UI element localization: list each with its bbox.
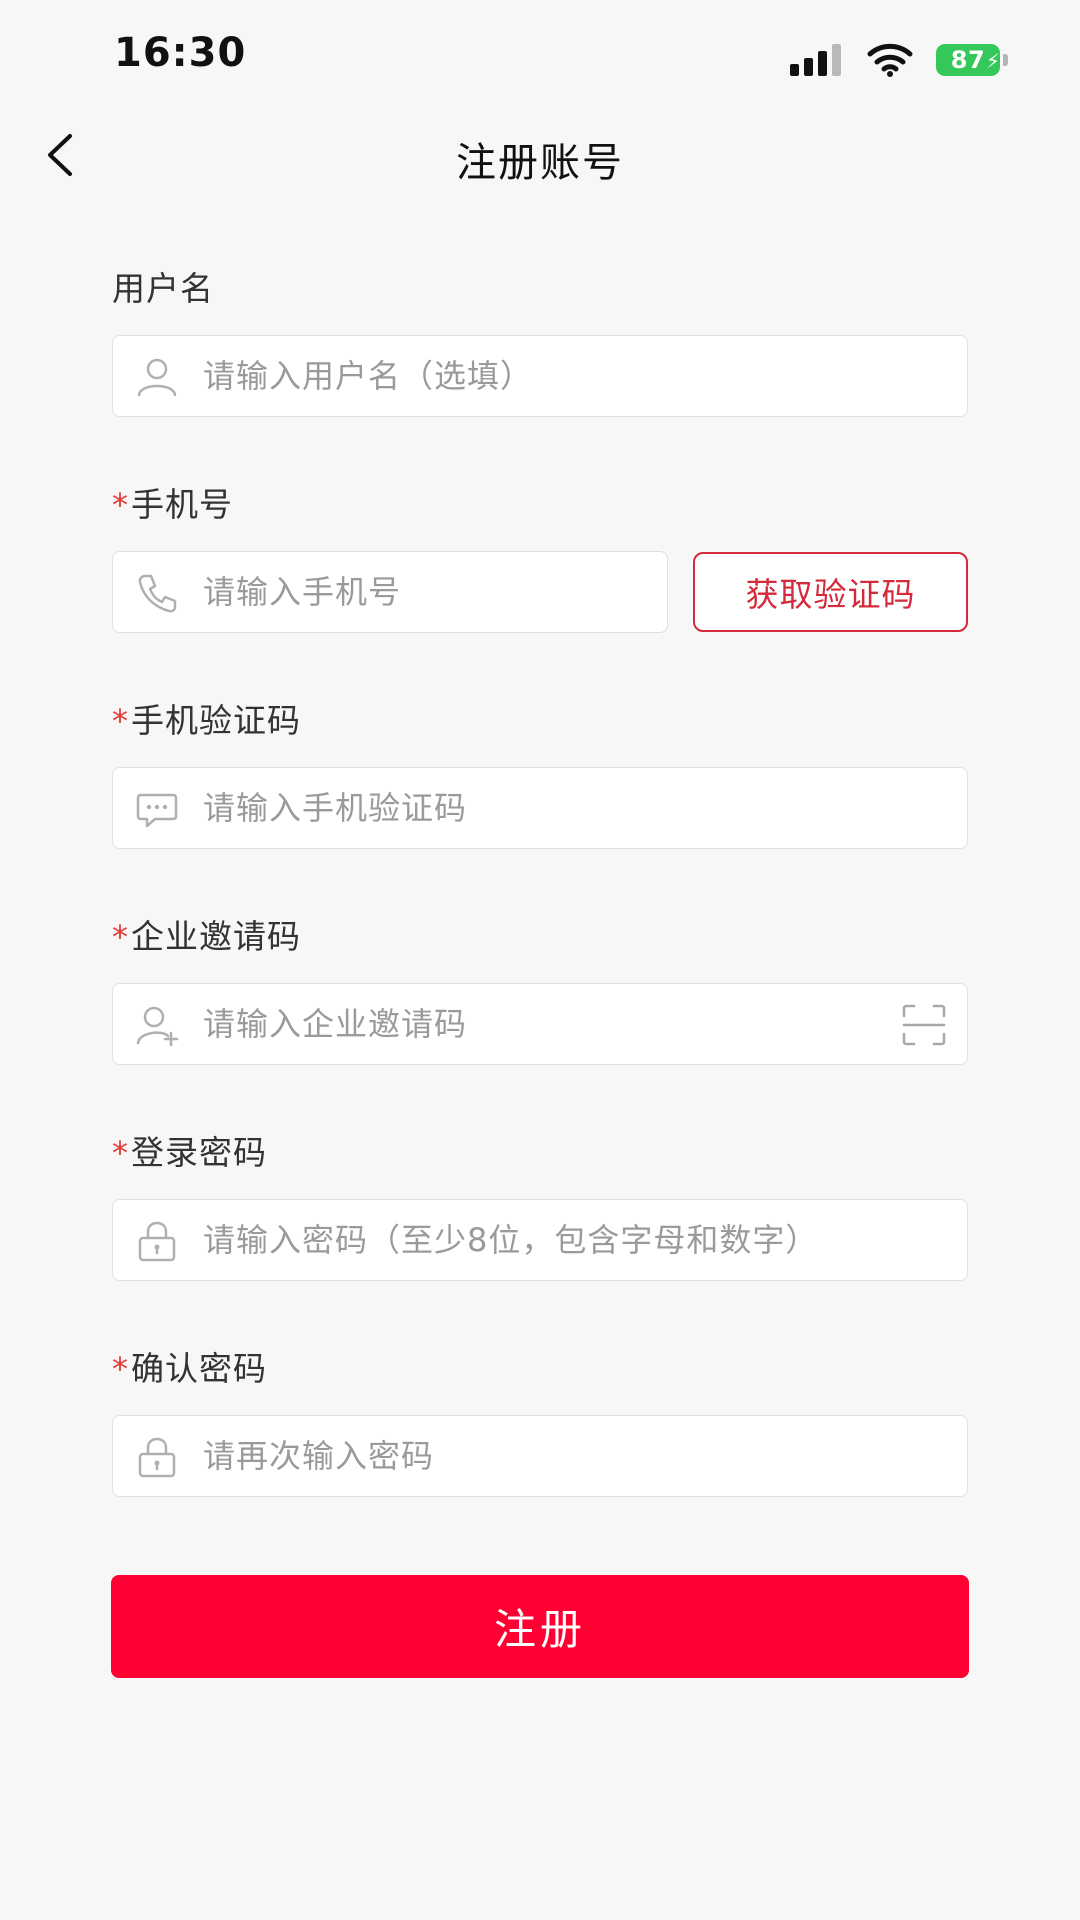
phone-icon — [138, 574, 177, 613]
register-button[interactable]: 注册 — [111, 1575, 969, 1678]
required-mark: * — [112, 918, 129, 956]
password-input[interactable] — [203, 1200, 947, 1280]
scan-icon[interactable] — [901, 1003, 947, 1047]
status-icons: 87 ⚡ — [790, 42, 1008, 78]
status-bar: 16:30 87 ⚡ — [0, 0, 1080, 120]
battery-cap — [1003, 54, 1008, 66]
username-label: 用户名 — [112, 262, 214, 310]
signal-icon — [790, 44, 841, 76]
wifi-icon — [867, 43, 913, 77]
sms-code-input[interactable] — [203, 768, 947, 848]
confirm-password-label: *确认密码 — [112, 1342, 267, 1390]
user-plus-icon — [136, 1006, 179, 1047]
charging-icon: ⚡ — [986, 49, 1001, 73]
phone-label-text: 手机号 — [131, 485, 233, 524]
lock-icon — [138, 1221, 176, 1262]
phone-input[interactable] — [203, 552, 647, 632]
required-mark: * — [112, 702, 129, 740]
invite-code-input[interactable] — [203, 984, 877, 1064]
sms-code-field[interactable] — [112, 767, 968, 849]
register-screen: 16:30 87 ⚡ 注册账号 用户名 请输入用户名（选填） *手机号 请输入手… — [0, 0, 1080, 1920]
confirm-password-field[interactable] — [112, 1415, 968, 1497]
password-label: *登录密码 — [112, 1126, 267, 1174]
confirm-password-input[interactable] — [203, 1416, 947, 1496]
chat-icon — [136, 793, 178, 828]
get-code-button[interactable]: 获取验证码 — [693, 552, 968, 632]
sms-code-label: *手机验证码 — [112, 694, 301, 742]
phone-field[interactable] — [112, 551, 668, 633]
username-label-text: 用户名 — [112, 269, 214, 308]
required-mark: * — [112, 1350, 129, 1388]
battery-indicator: 87 ⚡ — [936, 44, 1008, 76]
invite-code-label-text: 企业邀请码 — [131, 917, 301, 956]
required-mark: * — [112, 1134, 129, 1172]
password-field[interactable] — [112, 1199, 968, 1281]
invite-code-label: *企业邀请码 — [112, 910, 301, 958]
username-input[interactable] — [203, 336, 947, 416]
phone-label: *手机号 — [112, 478, 233, 526]
lock-icon — [138, 1437, 176, 1478]
nav-bar: 注册账号 — [0, 110, 1080, 200]
required-mark: * — [112, 486, 129, 524]
username-field[interactable] — [112, 335, 968, 417]
invite-code-field[interactable] — [112, 983, 968, 1065]
page-title: 注册账号 — [456, 140, 624, 186]
status-time: 16:30 — [114, 30, 247, 76]
password-label-text: 登录密码 — [131, 1133, 267, 1172]
user-icon — [137, 358, 177, 397]
sms-code-label-text: 手机验证码 — [131, 701, 301, 740]
confirm-password-label-text: 确认密码 — [131, 1349, 267, 1388]
